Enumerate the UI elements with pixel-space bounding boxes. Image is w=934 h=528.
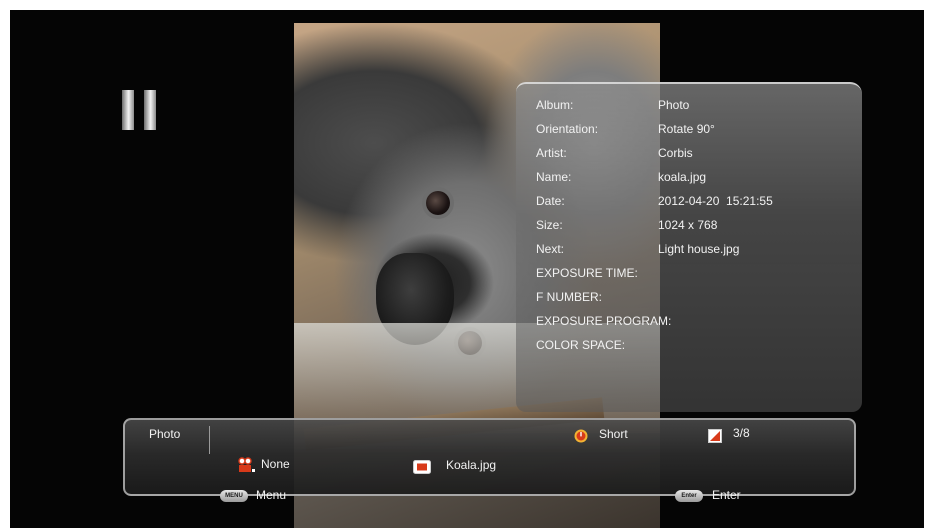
counter-label: 3/8 — [733, 426, 750, 440]
photo-koala-eye — [426, 191, 450, 215]
info-size-value: 1024 x 768 — [658, 218, 718, 232]
info-size-label: Size: — [536, 218, 563, 232]
info-album-label: Album: — [536, 98, 574, 112]
mode-label[interactable]: Photo — [149, 427, 180, 441]
info-orientation-value: Rotate 90° — [658, 122, 715, 136]
photo-viewer-screen: Album: Photo Orientation: Rotate 90° Art… — [10, 10, 924, 528]
info-date-label: Date: — [536, 194, 565, 208]
info-next-label: Next: — [536, 242, 565, 256]
info-album-value: Photo — [658, 98, 690, 112]
info-orientation-label: Orientation: — [536, 122, 599, 136]
info-artist-label: Artist: — [536, 146, 567, 160]
info-name-value: koala.jpg — [658, 170, 707, 184]
photo-info-panel: Album: Photo Orientation: Rotate 90° Art… — [516, 82, 862, 412]
info-date-value: 2012-04-20 15:21:55 — [658, 194, 773, 208]
timer-icon[interactable] — [574, 429, 588, 448]
info-exposure-time-label: EXPOSURE TIME: — [536, 266, 638, 280]
info-f-number-label: F NUMBER: — [536, 290, 602, 304]
menu-key-badge[interactable]: MENU — [220, 490, 248, 502]
enter-hint-label[interactable]: Enter — [712, 488, 741, 502]
photo-file-icon — [413, 460, 431, 479]
info-color-space-label: COLOR SPACE: — [536, 338, 626, 352]
filename-label: Koala.jpg — [446, 458, 497, 472]
info-exposure-program-label: EXPOSURE PROGRAM: — [536, 314, 672, 328]
enter-key-badge[interactable]: Enter — [675, 490, 703, 502]
pause-icon[interactable] — [122, 90, 158, 130]
interval-label[interactable]: Short — [599, 427, 628, 441]
info-artist-value: Corbis — [658, 146, 693, 160]
transition-label[interactable]: None — [261, 457, 290, 471]
playback-control-bar: Photo Short 3/8 None Koala.jpg — [123, 418, 856, 496]
info-next-value: Light house.jpg — [658, 242, 740, 256]
info-name-label: Name: — [536, 170, 572, 184]
divider — [209, 426, 210, 454]
slideshow-effect-icon[interactable] — [237, 457, 257, 478]
menu-hint-label[interactable]: Menu — [256, 488, 286, 502]
page-counter-icon — [708, 429, 722, 448]
